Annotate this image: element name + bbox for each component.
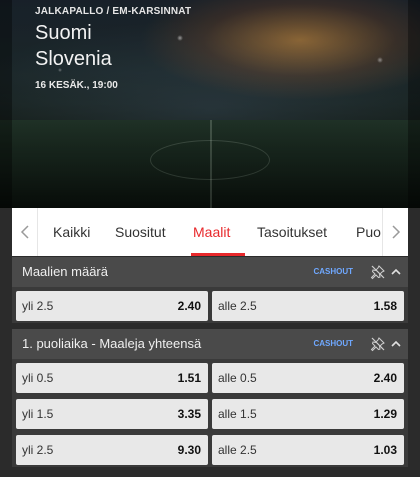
odds-button[interactable]: yli 2.5 2.40 bbox=[16, 291, 208, 321]
market-total-goals: Maalien määrä CASHOUT yli 2.5 2.40 alle … bbox=[12, 257, 408, 323]
odds-row: yli 2.5 2.40 alle 2.5 1.58 bbox=[12, 287, 408, 323]
match-date: 16 KESÄK., 19:00 bbox=[35, 80, 118, 91]
tab-tasoitukset[interactable]: Tasoitukset bbox=[257, 208, 327, 256]
market-tabs: Kaikki Suositut Maalit Tasoitukset Puo bbox=[12, 208, 408, 256]
tab-suositut[interactable]: Suositut bbox=[115, 208, 166, 256]
outcome-label: yli 0.5 bbox=[22, 371, 54, 385]
outcome-odds: 1.51 bbox=[177, 371, 201, 385]
outcome-label: yli 1.5 bbox=[22, 407, 54, 421]
outcome-label: alle 2.5 bbox=[218, 443, 257, 457]
odds-button[interactable]: yli 0.5 1.51 bbox=[16, 363, 208, 393]
tabs-next-button[interactable] bbox=[382, 208, 408, 256]
pin-icon[interactable] bbox=[370, 336, 386, 352]
odds-button[interactable]: yli 1.5 3.35 bbox=[16, 399, 208, 429]
cashout-badge: CASHOUT bbox=[313, 267, 353, 276]
odds-row: yli 2.5 9.30 alle 2.5 1.03 bbox=[12, 431, 408, 467]
chevron-up-icon[interactable] bbox=[390, 266, 402, 278]
outcome-odds: 1.03 bbox=[373, 443, 397, 457]
event-hero-banner: JALKAPALLO / EM-KARSINNAT Suomi Slovenia… bbox=[0, 0, 420, 208]
tab-kaikki[interactable]: Kaikki bbox=[53, 208, 90, 256]
cashout-badge: CASHOUT bbox=[313, 339, 353, 348]
pin-icon[interactable] bbox=[370, 264, 386, 280]
outcome-odds: 2.40 bbox=[373, 371, 397, 385]
chevron-up-icon[interactable] bbox=[390, 338, 402, 350]
market-header[interactable]: Maalien määrä CASHOUT bbox=[12, 257, 408, 287]
away-team-name: Slovenia bbox=[35, 48, 112, 70]
home-team-name: Suomi bbox=[35, 22, 92, 44]
outcome-label: yli 2.5 bbox=[22, 443, 54, 457]
outcome-odds: 3.35 bbox=[177, 407, 201, 421]
market-header[interactable]: 1. puoliaika - Maaleja yhteensä CASHOUT bbox=[12, 329, 408, 359]
outcome-label: alle 0.5 bbox=[218, 371, 257, 385]
market-first-half-goals: 1. puoliaika - Maaleja yhteensä CASHOUT … bbox=[12, 329, 408, 467]
outcome-label: yli 2.5 bbox=[22, 299, 54, 313]
odds-row: yli 0.5 1.51 alle 0.5 2.40 bbox=[12, 359, 408, 395]
tab-maalit[interactable]: Maalit bbox=[193, 208, 230, 256]
outcome-label: alle 2.5 bbox=[218, 299, 257, 313]
chevron-right-icon bbox=[391, 225, 400, 239]
outcome-odds: 2.40 bbox=[177, 299, 201, 313]
odds-row: yli 1.5 3.35 alle 1.5 1.29 bbox=[12, 395, 408, 431]
outcome-odds: 9.30 bbox=[177, 443, 201, 457]
tabs-prev-button[interactable] bbox=[12, 208, 38, 256]
market-title: Maalien määrä bbox=[22, 264, 108, 279]
market-title: 1. puoliaika - Maaleja yhteensä bbox=[22, 336, 202, 351]
outcome-label: alle 1.5 bbox=[218, 407, 257, 421]
odds-button[interactable]: alle 1.5 1.29 bbox=[212, 399, 404, 429]
outcome-odds: 1.58 bbox=[373, 299, 397, 313]
odds-button[interactable]: yli 2.5 9.30 bbox=[16, 435, 208, 465]
odds-button[interactable]: alle 0.5 2.40 bbox=[212, 363, 404, 393]
outcome-odds: 1.29 bbox=[373, 407, 397, 421]
tab-puoliaika[interactable]: Puo bbox=[356, 208, 381, 256]
odds-button[interactable]: alle 2.5 1.58 bbox=[212, 291, 404, 321]
event-page: JALKAPALLO / EM-KARSINNAT Suomi Slovenia… bbox=[0, 0, 420, 477]
breadcrumb[interactable]: JALKAPALLO / EM-KARSINNAT bbox=[35, 6, 191, 17]
chevron-left-icon bbox=[20, 225, 29, 239]
odds-button[interactable]: alle 2.5 1.03 bbox=[212, 435, 404, 465]
active-tab-indicator bbox=[191, 253, 245, 256]
